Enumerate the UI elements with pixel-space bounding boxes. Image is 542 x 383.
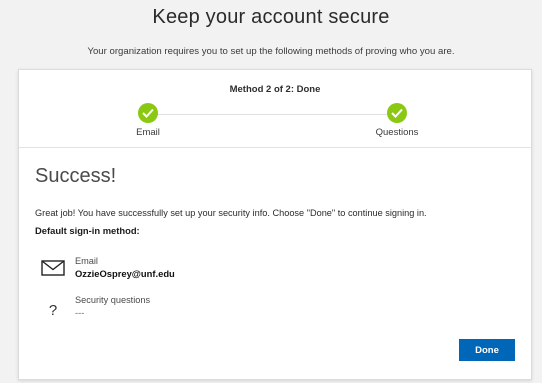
page-title: Keep your account secure [152,6,390,28]
step-label-questions: Questions [375,127,419,138]
progress-header: Method 2 of 2: Done Email Questions [19,70,531,148]
step-email: Email [108,103,188,138]
done-button[interactable]: Done [459,339,515,361]
method-value: --- [75,307,85,318]
checkmark-icon [387,103,407,123]
method-name: Security questions [75,295,151,305]
step-label-email: Email [136,127,160,138]
result-content: Success! Great job! You have successfull… [35,165,515,236]
success-message: Great job! You have successfully set up … [35,208,427,218]
setup-card: Method 2 of 2: Done Email Questions Succ… [18,69,532,380]
method-name: Email [75,256,98,266]
page-subtitle: Your organization requires you to set up… [87,46,455,57]
question-mark-icon: ? [48,301,58,319]
method-value: OzzieOsprey@unf.edu [75,268,175,279]
default-method-heading: Default sign-in method: [35,225,140,236]
progress-title: Method 2 of 2: Done [229,84,321,95]
envelope-icon [41,258,65,278]
method-email: Email OzzieOsprey@unf.edu [37,256,337,286]
step-questions: Questions [357,103,437,138]
method-security-questions: ? Security questions --- [37,295,337,325]
success-heading: Success! [35,165,117,187]
checkmark-icon [138,103,158,123]
